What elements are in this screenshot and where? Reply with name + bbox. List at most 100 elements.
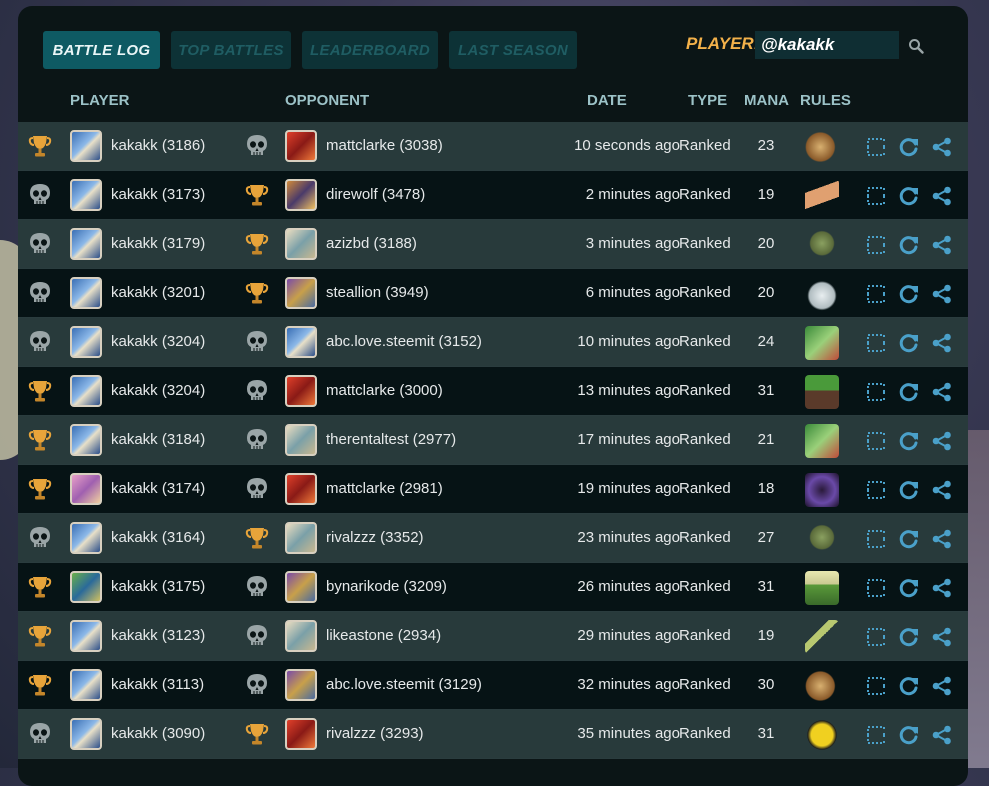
player-name[interactable]: kakakk (3113): [111, 676, 204, 693]
player-name[interactable]: kakakk (3204): [111, 333, 205, 350]
share-icon[interactable]: [931, 381, 953, 403]
opponent-name[interactable]: likeastone (2934): [326, 627, 441, 644]
search-icon[interactable]: [908, 38, 924, 54]
battle-view-icon[interactable]: [865, 479, 887, 501]
replay-icon[interactable]: [898, 283, 920, 305]
replay-icon[interactable]: [898, 234, 920, 256]
replay-icon[interactable]: [898, 136, 920, 158]
battle-view-icon[interactable]: [865, 430, 887, 452]
tab-top-battles[interactable]: TOP BATTLES: [171, 31, 291, 69]
ruleset-green-icon[interactable]: [805, 326, 839, 360]
ruleset-cloud-icon[interactable]: [805, 277, 839, 311]
player-name[interactable]: kakakk (3174): [111, 480, 205, 497]
ruleset-goblin-icon[interactable]: [805, 228, 839, 262]
battle-view-icon[interactable]: [865, 577, 887, 599]
player-name[interactable]: kakakk (3201): [111, 284, 205, 301]
battle-row[interactable]: kakakk (3179) azizbd (3188) 3 minutes ago R…: [18, 220, 968, 269]
battle-row[interactable]: kakakk (3204) abc.love.steemit (3152) 10 m…: [18, 318, 968, 367]
tab-last-season[interactable]: LAST SEASON: [449, 31, 577, 69]
battle-row[interactable]: kakakk (3113) abc.love.steemit (3129) 32 m…: [18, 661, 968, 710]
ruleset-hood-icon[interactable]: [805, 473, 839, 507]
replay-icon[interactable]: [898, 430, 920, 452]
battle-date: 10 minutes ago: [577, 333, 680, 350]
ruleset-tan-icon[interactable]: [805, 669, 839, 703]
battle-view-icon[interactable]: [865, 675, 887, 697]
ruleset-yellow-icon[interactable]: [805, 718, 839, 752]
share-icon[interactable]: [931, 136, 953, 158]
replay-icon[interactable]: [898, 577, 920, 599]
share-icon[interactable]: [931, 283, 953, 305]
battle-row[interactable]: kakakk (3175) bynarikode (3209) 26 minutes…: [18, 563, 968, 612]
opponent-name[interactable]: steallion (3949): [326, 284, 429, 301]
player-name[interactable]: kakakk (3175): [111, 578, 205, 595]
share-icon[interactable]: [931, 577, 953, 599]
battle-row[interactable]: kakakk (3164) rivalzzz (3352) 23 minutes a…: [18, 514, 968, 563]
ruleset-plant-icon[interactable]: [805, 375, 839, 409]
replay-icon[interactable]: [898, 626, 920, 648]
battle-view-icon[interactable]: [865, 381, 887, 403]
battle-view-icon[interactable]: [865, 234, 887, 256]
battle-view-icon[interactable]: [865, 626, 887, 648]
share-icon[interactable]: [931, 626, 953, 648]
battle-view-icon[interactable]: [865, 283, 887, 305]
share-icon[interactable]: [931, 185, 953, 207]
replay-icon[interactable]: [898, 528, 920, 550]
share-icon[interactable]: [931, 724, 953, 746]
trophy-icon: [245, 283, 269, 304]
player-name[interactable]: kakakk (3123): [111, 627, 205, 644]
battle-view-icon[interactable]: [865, 332, 887, 354]
ruleset-goblin-icon[interactable]: [805, 522, 839, 556]
tab-battle-log[interactable]: BATTLE LOG: [43, 31, 160, 69]
battle-row[interactable]: kakakk (3204) mattclarke (3000) 13 minutes…: [18, 367, 968, 416]
share-icon[interactable]: [931, 332, 953, 354]
opponent-name[interactable]: mattclarke (3000): [326, 382, 443, 399]
battle-row[interactable]: kakakk (3090) rivalzzz (3293) 35 minutes a…: [18, 710, 968, 759]
replay-icon[interactable]: [898, 332, 920, 354]
opponent-name[interactable]: bynarikode (3209): [326, 578, 447, 595]
replay-icon[interactable]: [898, 675, 920, 697]
battle-row[interactable]: kakakk (3186) mattclarke (3038) 10 seconds…: [18, 122, 968, 171]
ruleset-lightning-icon[interactable]: [805, 620, 839, 654]
share-icon[interactable]: [931, 479, 953, 501]
share-icon[interactable]: [931, 234, 953, 256]
ruleset-green-icon[interactable]: [805, 424, 839, 458]
opponent-name[interactable]: abc.love.steemit (3152): [326, 333, 482, 350]
player-search-input[interactable]: [755, 31, 899, 59]
ruleset-tan-icon[interactable]: [805, 130, 839, 164]
battle-row[interactable]: kakakk (3174) mattclarke (2981) 19 minutes…: [18, 465, 968, 514]
opponent-name[interactable]: rivalzzz (3352): [326, 529, 424, 546]
battle-row[interactable]: kakakk (3173) direwolf (3478) 2 minutes ag…: [18, 171, 968, 220]
battle-view-icon[interactable]: [865, 136, 887, 158]
player-name[interactable]: kakakk (3173): [111, 186, 205, 203]
opponent-name[interactable]: therentaltest (2977): [326, 431, 456, 448]
tab-leaderboard[interactable]: LEADERBOARD: [302, 31, 438, 69]
battle-view-icon[interactable]: [865, 185, 887, 207]
opponent-name[interactable]: mattclarke (3038): [326, 137, 443, 154]
replay-icon[interactable]: [898, 381, 920, 403]
replay-icon[interactable]: [898, 479, 920, 501]
replay-icon[interactable]: [898, 185, 920, 207]
battle-row[interactable]: kakakk (3184) therentaltest (2977) 17 minu…: [18, 416, 968, 465]
share-icon[interactable]: [931, 528, 953, 550]
player-name[interactable]: kakakk (3204): [111, 382, 205, 399]
ruleset-mountain-icon[interactable]: [805, 571, 839, 605]
opponent-name[interactable]: abc.love.steemit (3129): [326, 676, 482, 693]
battle-view-icon[interactable]: [865, 528, 887, 550]
share-icon[interactable]: [931, 675, 953, 697]
top-bar: BATTLE LOG TOP BATTLES LEADERBOARD LAST …: [18, 6, 968, 94]
opponent-name[interactable]: direwolf (3478): [326, 186, 425, 203]
replay-icon[interactable]: [898, 724, 920, 746]
battle-view-icon[interactable]: [865, 724, 887, 746]
player-name[interactable]: kakakk (3184): [111, 431, 205, 448]
opponent-name[interactable]: mattclarke (2981): [326, 480, 443, 497]
opponent-name[interactable]: rivalzzz (3293): [326, 725, 424, 742]
battle-row[interactable]: kakakk (3123) likeastone (2934) 29 minutes…: [18, 612, 968, 661]
battle-row[interactable]: kakakk (3201) steallion (3949) 6 minutes a…: [18, 269, 968, 318]
player-name[interactable]: kakakk (3164): [111, 529, 205, 546]
player-name[interactable]: kakakk (3090): [111, 725, 205, 742]
player-name[interactable]: kakakk (3179): [111, 235, 205, 252]
opponent-name[interactable]: azizbd (3188): [326, 235, 417, 252]
ruleset-bandage-icon[interactable]: [805, 179, 839, 213]
share-icon[interactable]: [931, 430, 953, 452]
player-name[interactable]: kakakk (3186): [111, 137, 205, 154]
